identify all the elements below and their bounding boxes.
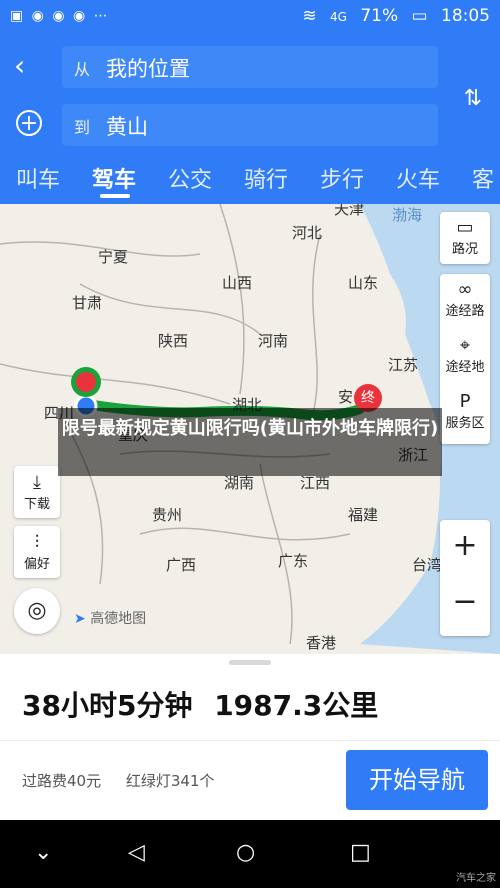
- map-logo: ➤ 高德地图: [74, 608, 146, 628]
- add-stop-button[interactable]: +: [16, 110, 42, 136]
- overlay-title: 限号最新规定黄山限行吗(黄山市外地车牌限行): [58, 408, 442, 476]
- sheet-handle[interactable]: [229, 660, 271, 665]
- back-button[interactable]: ‹: [14, 52, 42, 80]
- from-prefix: 从: [74, 60, 91, 79]
- route-place-button[interactable]: ⌖ 途经地: [440, 330, 490, 376]
- signal-icon: 4G: [329, 10, 347, 24]
- transport-tabs: 叫车 驾车 公交 骑行 步行 火车 客: [0, 158, 500, 204]
- map-label-taiwan: 台湾: [412, 556, 443, 574]
- map-label-bohai: 渤海: [392, 206, 423, 224]
- map-label-guizhou: 贵州: [152, 506, 183, 524]
- system-nav-bar: ⌄ ◁ ○ □ 汽车之家: [0, 820, 500, 888]
- route-place-label: 途经地: [445, 360, 485, 375]
- service-area-button[interactable]: P 服务区: [440, 386, 490, 432]
- map-label-shaanxi: 陕西: [158, 332, 189, 350]
- map-label-guangdong: 广东: [278, 552, 309, 570]
- battery-icon: ▭: [411, 6, 428, 26]
- traffic-icon: ▭: [456, 217, 474, 238]
- preference-icon: ⫶: [34, 532, 40, 553]
- map-label-tianjin: 天津: [334, 204, 365, 218]
- from-value: 我的位置: [106, 57, 190, 81]
- tab-bus[interactable]: 公交: [168, 162, 212, 194]
- map-label-ningxia: 宁夏: [98, 248, 129, 266]
- recents-nav-icon[interactable]: □: [350, 840, 371, 865]
- to-value: 黄山: [106, 115, 148, 139]
- tab-more[interactable]: 客: [472, 162, 494, 194]
- collapse-icon[interactable]: ⌄: [34, 840, 52, 865]
- zoom-in-button[interactable]: +: [440, 528, 490, 563]
- map-label-hebei: 河北: [292, 224, 323, 242]
- traffic-item: ▭ 路况: [440, 212, 490, 258]
- status-bar: ▣ ◉ ◉ ◉ ⋯ ≋ 4G 71% ▭ 18:05: [0, 0, 500, 36]
- map-label-hongkong: 香港: [306, 634, 337, 652]
- tab-taxi[interactable]: 叫车: [16, 162, 60, 194]
- watermark: 汽车之家: [456, 873, 496, 884]
- notification-icons: ▣ ◉ ◉ ◉ ⋯: [10, 8, 110, 24]
- map-logo-text: 高德地图: [90, 611, 147, 627]
- from-field[interactable]: 从 我的位置: [62, 46, 438, 88]
- to-prefix: 到: [74, 118, 91, 137]
- divider: [0, 740, 500, 741]
- toll-fee: 过路费40元: [22, 772, 102, 790]
- service-area-label: 服务区: [445, 416, 485, 431]
- start-navigation-button[interactable]: 开始导航: [346, 750, 488, 810]
- swap-icon[interactable]: ⇅: [464, 86, 482, 111]
- traffic-button[interactable]: ▭ 路况: [440, 212, 490, 264]
- tab-ride[interactable]: 骑行: [244, 162, 288, 194]
- route-road-button[interactable]: ∞ 途经路: [440, 274, 490, 320]
- route-duration: 38小时5分钟: [22, 689, 193, 722]
- map-label-guangxi: 广西: [166, 556, 197, 574]
- zoom-out-button[interactable]: −: [440, 584, 490, 619]
- route-road-label: 途经路: [445, 304, 485, 319]
- route-road-icon: ∞: [457, 279, 473, 300]
- route-fees: 过路费40元 红绿灯341个: [22, 770, 235, 791]
- zoom-controls: + −: [440, 520, 490, 636]
- download-button[interactable]: ⤓ 下载: [14, 466, 60, 518]
- status-right: ≋ 4G 71% ▭ 18:05: [294, 6, 490, 26]
- preference-label: 偏好: [23, 557, 50, 572]
- route-distance: 1987.3公里: [214, 689, 379, 722]
- traffic-label: 路况: [451, 242, 478, 257]
- locate-icon: ◎: [27, 598, 47, 623]
- route-tools-panel: ∞ 途经路 ⌖ 途经地 P 服务区: [440, 274, 490, 444]
- map-label-jiangsu: 江苏: [388, 356, 419, 374]
- download-icon: ⤓: [33, 472, 41, 493]
- map-label-henan: 河南: [258, 332, 289, 350]
- download-label: 下载: [23, 497, 50, 512]
- service-area-icon: P: [459, 391, 471, 412]
- locate-button[interactable]: ◎: [14, 588, 60, 634]
- map-label-anhui: 安: [338, 388, 354, 406]
- back-nav-icon[interactable]: ◁: [128, 840, 145, 865]
- map-label-shandong: 山东: [348, 274, 379, 292]
- route-summary-sheet: 38小时5分钟 1987.3公里 过路费40元 红绿灯341个 开始导航: [0, 654, 500, 820]
- battery-text: 71%: [360, 6, 399, 26]
- map-label-shanxi: 山西: [222, 274, 253, 292]
- map-label-fujian: 福建: [348, 506, 379, 524]
- home-nav-icon[interactable]: ○: [236, 840, 255, 865]
- route-place-icon: ⌖: [459, 335, 471, 356]
- amap-logo-icon: ➤: [74, 611, 86, 627]
- wifi-icon: ≋: [302, 6, 317, 26]
- map-label-gansu: 甘肃: [72, 294, 103, 312]
- tab-train[interactable]: 火车: [396, 162, 440, 194]
- time: 18:05: [441, 6, 490, 26]
- preference-button[interactable]: ⫶ 偏好: [14, 526, 60, 578]
- to-field[interactable]: 到 黄山: [62, 104, 438, 146]
- start-pin-inner: [76, 372, 96, 392]
- active-tab-indicator: [100, 194, 130, 198]
- tab-walk[interactable]: 步行: [320, 162, 364, 194]
- traffic-lights: 红绿灯341个: [125, 772, 215, 790]
- tab-drive[interactable]: 驾车: [92, 162, 136, 194]
- route-summary: 38小时5分钟 1987.3公里: [22, 684, 378, 724]
